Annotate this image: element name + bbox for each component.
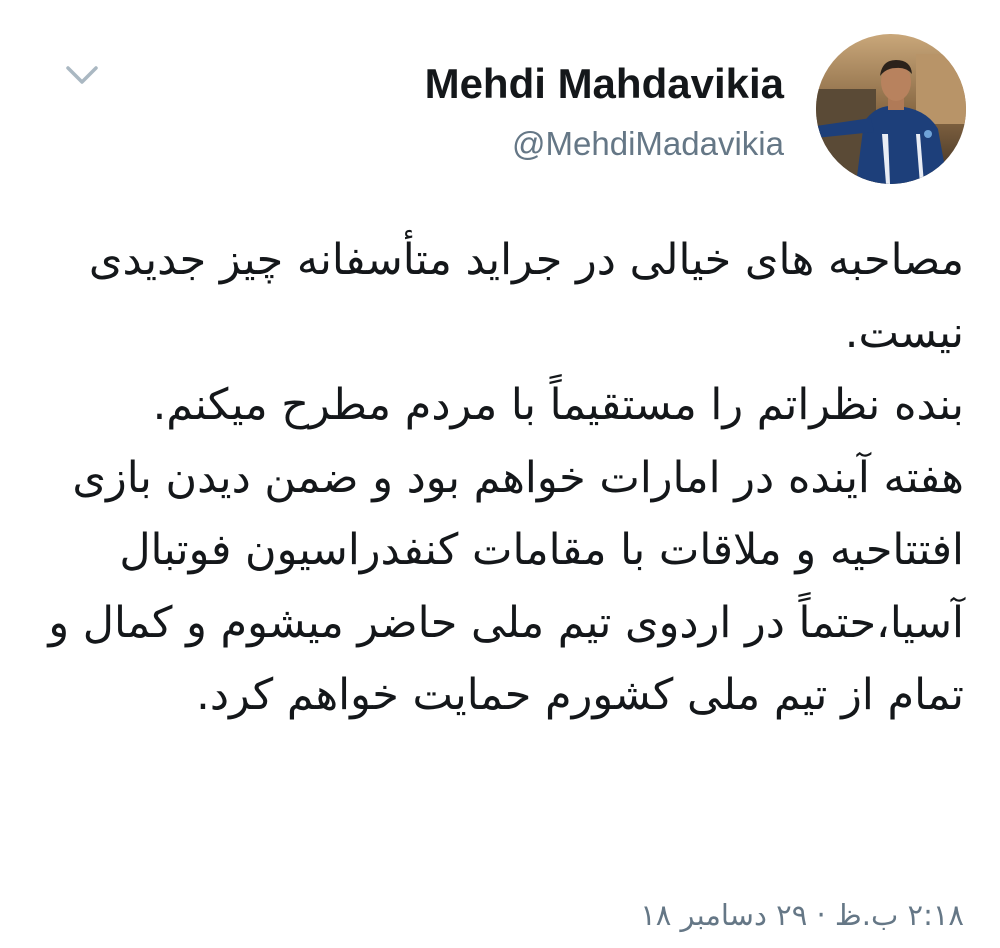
user-handle[interactable]: @MehdiMadavikia	[512, 122, 784, 166]
tweet-paragraph: مصاحبه های خیالی در جراید متأسفانه چیز ج…	[88, 235, 964, 358]
display-name[interactable]: Mehdi Mahdavikia	[425, 56, 784, 112]
tweet-text: مصاحبه های خیالی در جراید متأسفانه چیز ج…	[34, 224, 964, 732]
tweet-paragraph: هفته آینده در امارات خواهم بود و ضمن دید…	[48, 452, 964, 721]
chevron-down-icon[interactable]	[62, 60, 102, 90]
tweet-timestamp[interactable]: ۲:۱۸ ب.ظ · ۲۹ دسامبر ۱۸	[640, 893, 964, 937]
tweet-paragraph: بنده نظراتم را مستقیماً با مردم مطرح میک…	[152, 380, 964, 430]
avatar[interactable]	[816, 34, 966, 184]
